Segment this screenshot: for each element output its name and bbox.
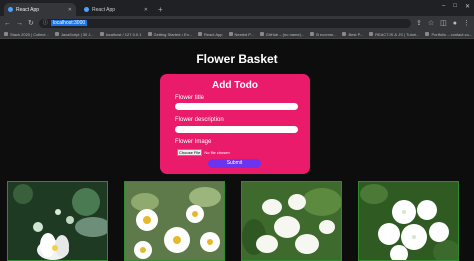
- new-tab-button[interactable]: +: [158, 3, 163, 16]
- flower-photo-daisies: [124, 181, 225, 261]
- submit-button[interactable]: Submit: [208, 159, 261, 168]
- bookmark-item[interactable]: Nested P...: [228, 32, 254, 37]
- bookmark-item[interactable]: React App: [198, 32, 223, 37]
- share-icon[interactable]: ⇪: [416, 20, 422, 27]
- maximize-icon[interactable]: □: [453, 3, 457, 10]
- no-file-chosen-text: No file chosen: [204, 150, 230, 155]
- bookmark-favicon-icon: [228, 32, 233, 36]
- bookmark-item[interactable]: Stack 2020 | Collect...: [4, 32, 49, 37]
- address-bar[interactable]: ⓘ localhost:3000: [38, 18, 411, 28]
- bookmark-item[interactable]: GitHub – (no name)...: [259, 32, 304, 37]
- react-favicon-icon: [84, 7, 89, 12]
- bookmark-favicon-icon: [54, 32, 59, 36]
- page-title: Flower Basket: [196, 52, 278, 66]
- flower-image-label: Flower Image: [175, 139, 212, 145]
- browser-toolbar: ← → ↻ ⓘ localhost:3000 ⇪ ☆ ◫ ● ⋮: [0, 16, 474, 30]
- bookmark-item[interactable]: localhost / 127.0.0.1: [99, 32, 142, 37]
- bookmark-favicon-icon: [369, 32, 374, 36]
- bookmark-item[interactable]: Best P...: [342, 32, 363, 37]
- water-lily-image: [8, 182, 107, 260]
- bookmark-favicon-icon: [198, 32, 203, 36]
- daisies-image: [125, 182, 224, 260]
- window-controls: – □ ✕: [442, 3, 470, 10]
- flower-title-label: Flower title: [175, 95, 205, 101]
- extensions-icon[interactable]: ◫: [440, 20, 447, 27]
- forward-icon[interactable]: →: [16, 20, 23, 27]
- choose-file-button[interactable]: Choose File: [177, 149, 203, 156]
- tab-react-app-1[interactable]: React App ✕: [4, 3, 76, 16]
- bookmark-item[interactable]: Getting Started • Ex...: [147, 32, 192, 37]
- flower-description-input[interactable]: [175, 126, 298, 133]
- bookmark-item[interactable]: B ecomm...: [310, 32, 336, 37]
- reload-icon[interactable]: ↻: [28, 20, 34, 27]
- flower-photo-water-lily: [7, 181, 108, 261]
- site-info-icon[interactable]: ⓘ: [43, 20, 48, 27]
- bookmark-star-icon[interactable]: ☆: [428, 20, 434, 27]
- bookmark-favicon-icon: [310, 32, 315, 36]
- close-window-icon[interactable]: ✕: [465, 3, 470, 10]
- bookmark-favicon-icon: [99, 32, 104, 36]
- profile-icon[interactable]: ●: [453, 20, 457, 27]
- back-icon[interactable]: ←: [4, 20, 11, 27]
- tab-react-app-2[interactable]: React App ✕: [80, 3, 152, 16]
- flower-image-file-input[interactable]: Choose File No file chosen: [177, 149, 230, 156]
- flower-photo-phlox: [358, 181, 459, 261]
- phlox-image: [359, 182, 458, 260]
- url-text[interactable]: localhost:3000: [50, 20, 88, 26]
- bookmark-favicon-icon: [425, 32, 430, 36]
- minimize-icon[interactable]: –: [442, 3, 445, 10]
- bookmark-item[interactable]: JavaScript | 30 J...: [54, 32, 94, 37]
- bookmark-favicon-icon: [259, 32, 264, 36]
- jasmine-image: [242, 182, 341, 260]
- tab-label: React App: [92, 6, 116, 13]
- browser-tab-strip: React App ✕ React App ✕ + – □ ✕: [0, 0, 474, 16]
- close-tab-icon[interactable]: ✕: [68, 7, 72, 13]
- tab-label: React App: [16, 6, 40, 13]
- menu-icon[interactable]: ⋮: [463, 20, 470, 27]
- flower-title-input[interactable]: [175, 103, 298, 110]
- flower-description-label: Flower description: [175, 117, 224, 123]
- bookmark-favicon-icon: [147, 32, 152, 36]
- bookmark-favicon-icon: [342, 32, 347, 36]
- flower-photo-jasmine: [241, 181, 342, 261]
- page-content: Flower Basket Add Todo Flower title Flow…: [0, 40, 474, 261]
- bookmarks-bar: Stack 2020 | Collect... JavaScript | 30 …: [0, 30, 474, 39]
- flower-gallery: [0, 181, 474, 261]
- react-favicon-icon: [8, 7, 13, 12]
- bookmark-favicon-icon: [4, 32, 8, 36]
- add-todo-card: Add Todo Flower title Flower description…: [160, 74, 310, 174]
- close-tab-icon[interactable]: ✕: [144, 7, 148, 13]
- form-heading: Add Todo: [212, 80, 258, 91]
- bookmark-item[interactable]: REACTJS & JS | Tutori...: [369, 32, 419, 37]
- bookmark-item[interactable]: Portfolio – contact.co...: [425, 32, 472, 37]
